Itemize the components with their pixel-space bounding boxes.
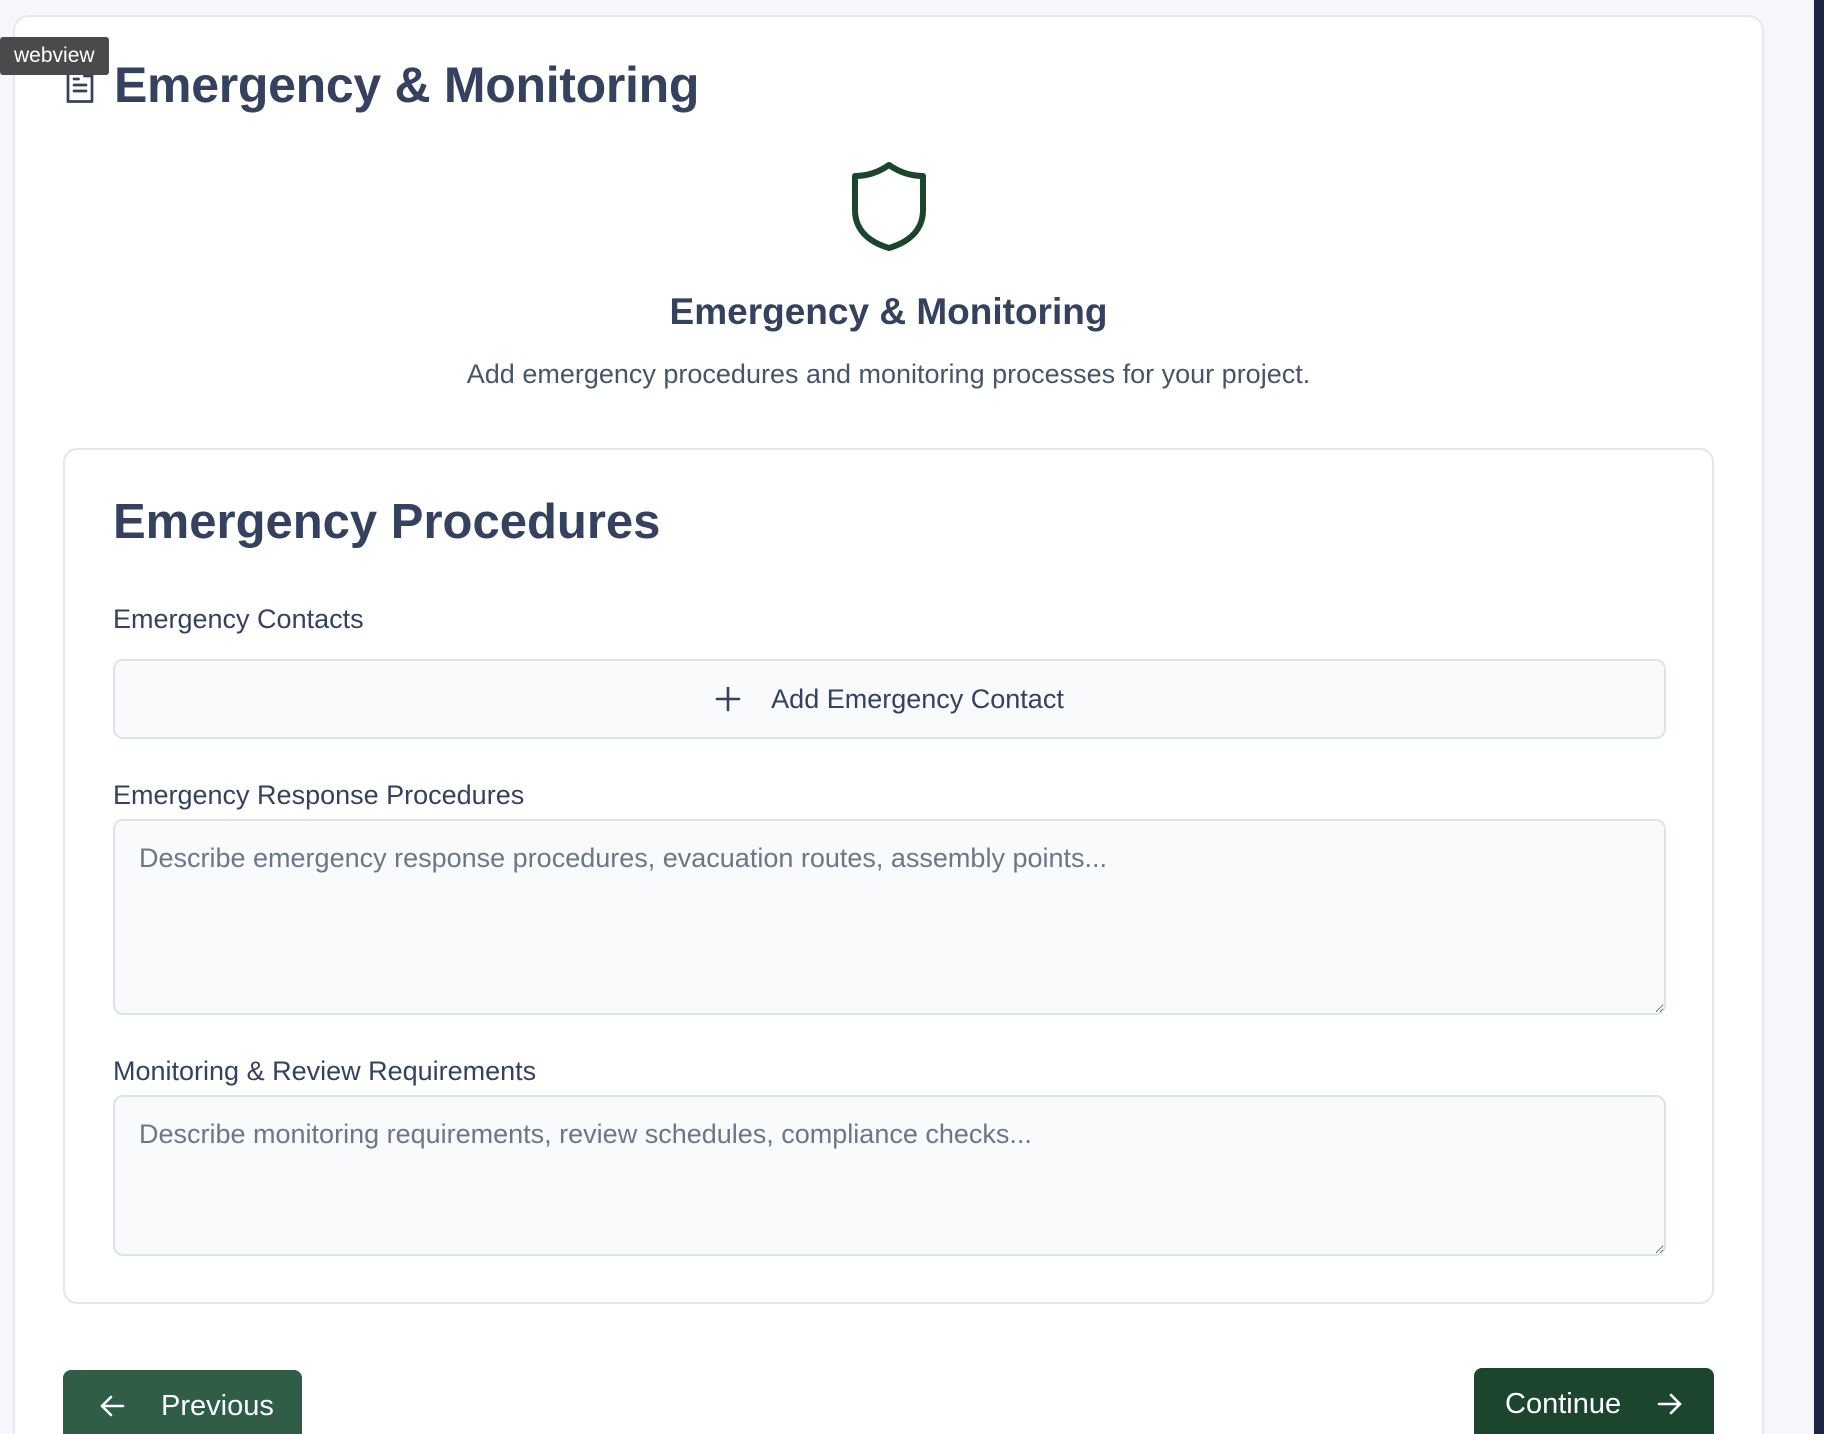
arrow-right-icon xyxy=(1657,1392,1683,1416)
step-hero: Emergency & Monitoring Add emergency pro… xyxy=(13,160,1764,390)
shield-icon xyxy=(849,162,929,256)
emergency-procedures-section: Emergency Procedures Emergency Contacts … xyxy=(63,448,1714,1304)
plus-icon xyxy=(715,686,741,712)
response-procedures-textarea[interactable] xyxy=(113,819,1666,1015)
webview-tag: webview xyxy=(0,37,109,75)
add-emergency-contact-label: Add Emergency Contact xyxy=(771,683,1064,714)
page-title: Emergency & Monitoring xyxy=(114,57,700,113)
arrow-left-icon xyxy=(99,1394,125,1418)
previous-button[interactable]: Previous xyxy=(63,1370,302,1434)
section-title: Emergency Procedures xyxy=(113,495,661,549)
emergency-contacts-label: Emergency Contacts xyxy=(113,604,364,634)
page-header: Emergency & Monitoring xyxy=(62,56,699,114)
window-edge xyxy=(1814,0,1824,1434)
continue-label: Continue xyxy=(1505,1387,1622,1420)
continue-button[interactable]: Continue xyxy=(1474,1368,1714,1434)
add-emergency-contact-button[interactable]: Add Emergency Contact xyxy=(113,659,1666,739)
monitoring-requirements-textarea[interactable] xyxy=(113,1095,1666,1256)
monitoring-requirements-label: Monitoring & Review Requirements xyxy=(113,1056,537,1086)
response-procedures-label: Emergency Response Procedures xyxy=(113,780,525,810)
hero-subtitle: Add emergency procedures and monitoring … xyxy=(466,359,1311,389)
previous-label: Previous xyxy=(161,1389,274,1422)
hero-title: Emergency & Monitoring xyxy=(669,291,1108,332)
page: webview Emergency & Monitoring Emergency… xyxy=(0,0,1824,1434)
